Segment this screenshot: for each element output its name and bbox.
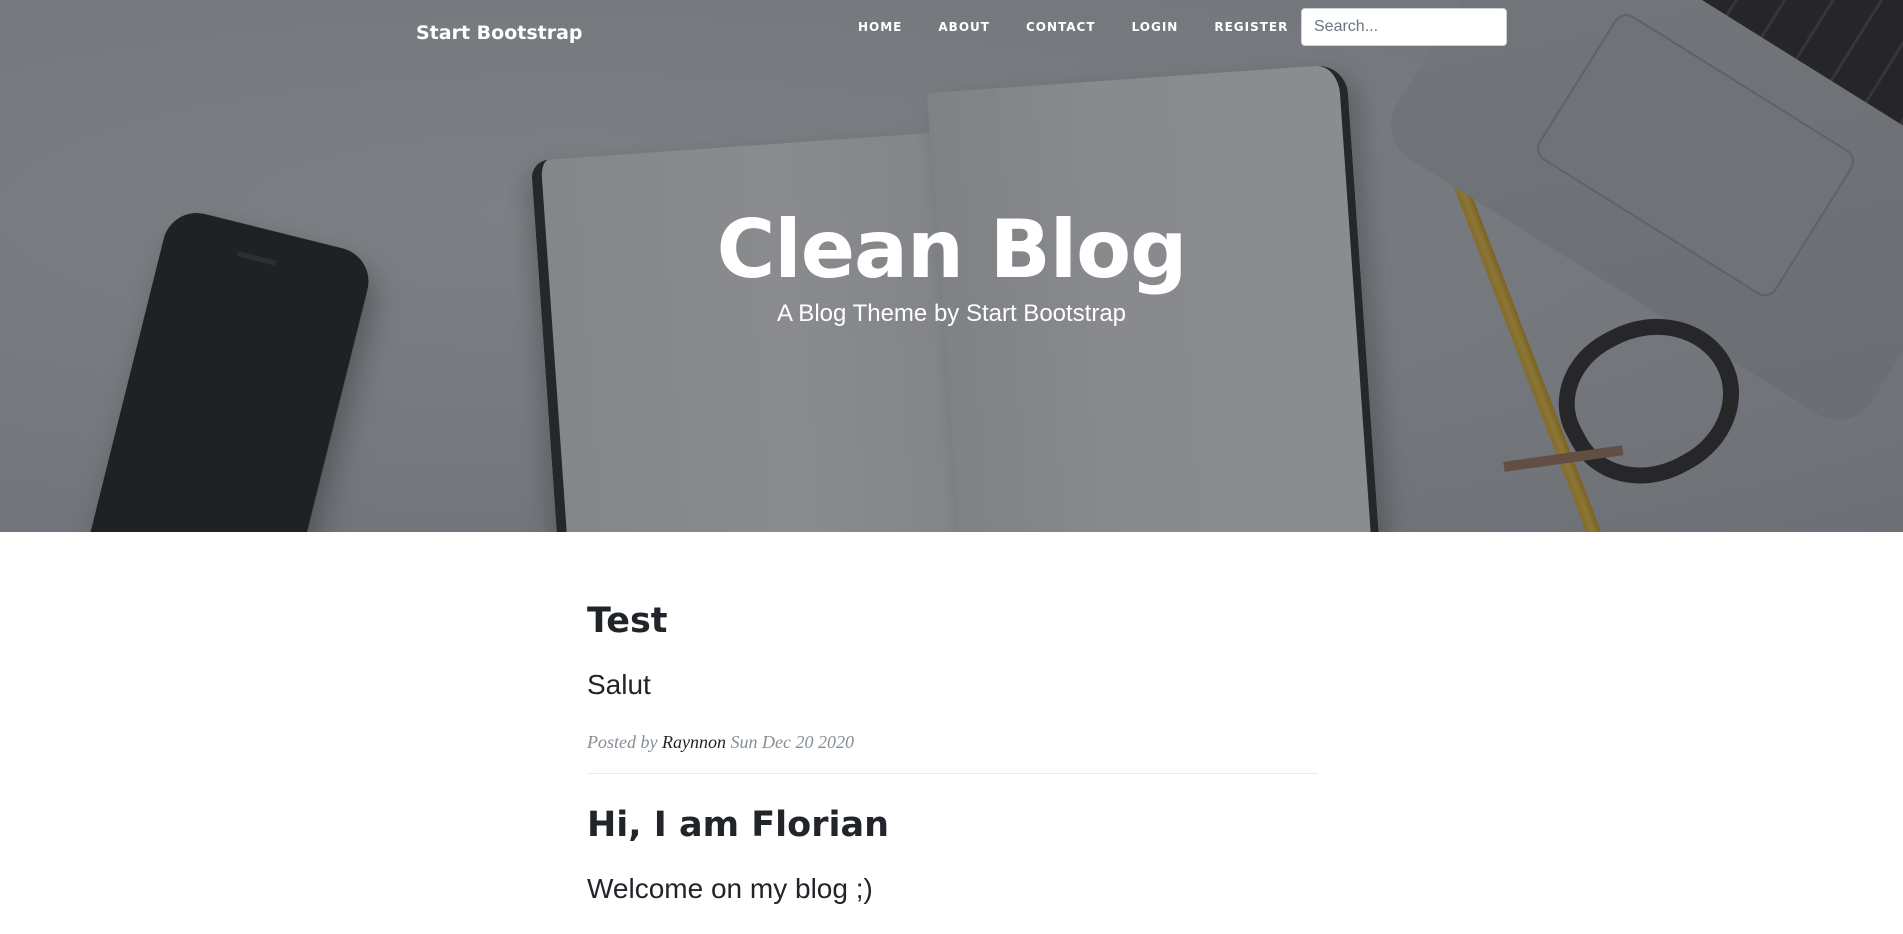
post-subtitle: Welcome on my blog ;) [587,873,873,904]
site-subtitle: A Blog Theme by Start Bootstrap [776,300,1127,327]
nav-register-link[interactable]: Register [1214,18,1288,36]
post-title-link[interactable]: Test [587,600,1318,642]
posted-by-label: Posted by [587,732,658,752]
post-subtitle: Salut [587,669,651,700]
post-date: Sun Dec 20 2020 [730,732,854,752]
nav-about-link[interactable]: About [938,18,990,36]
main-navbar: Start Bootstrap Home About Contact Login… [0,0,1903,54]
post-divider [587,773,1318,774]
post-meta: Posted by Raynnon Sun Dec 20 2020 [587,732,1318,753]
post-preview: Hi, I am Florian Welcome on my blog ;) [587,804,1318,926]
brand-link[interactable]: Start Bootstrap [416,22,583,44]
post-title-link[interactable]: Hi, I am Florian [587,804,1318,846]
masthead: Clean Blog A Blog Theme by Start Bootstr… [0,0,1903,532]
nav-home-link[interactable]: Home [858,18,902,36]
post-author-link[interactable]: Raynnon [662,732,726,752]
site-heading: Clean Blog A Blog Theme by Start Bootstr… [0,205,1903,329]
search-input[interactable] [1301,8,1507,46]
nav-contact-link[interactable]: Contact [1026,18,1096,36]
post-preview: Test Salut Posted by Raynnon Sun Dec 20 … [587,600,1318,773]
site-title: Clean Blog [716,203,1188,296]
post-list: Test Salut Posted by Raynnon Sun Dec 20 … [587,600,1318,926]
nav-links: Home About Contact Login Register [858,18,1324,36]
nav-login-link[interactable]: Login [1132,18,1179,36]
